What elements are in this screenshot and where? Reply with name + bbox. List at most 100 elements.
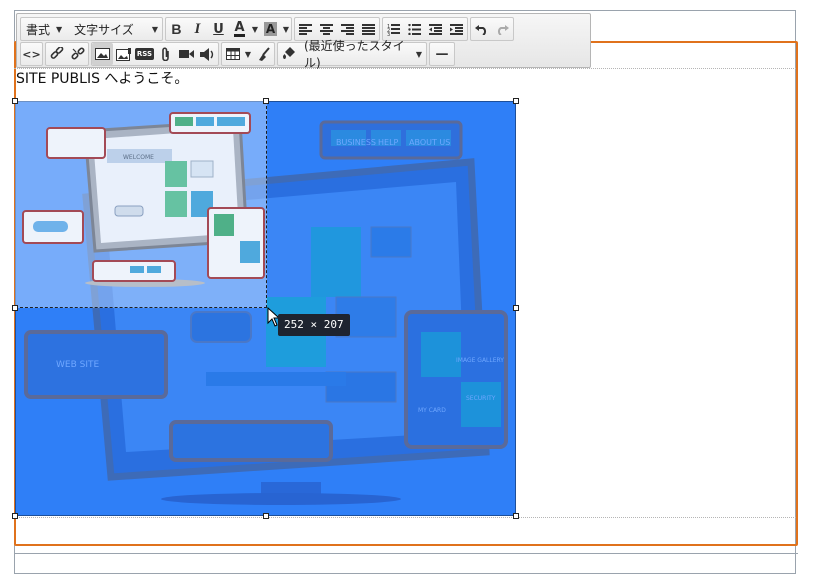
hr-group: — <box>429 42 455 66</box>
format-dropdown[interactable]: 書式 ▼ <box>21 18 66 40</box>
tile-label: WELCOME <box>123 154 154 161</box>
tile-label: BUSINESS <box>336 138 376 147</box>
chevron-down-icon: ▼ <box>56 24 63 34</box>
resize-size-tooltip: 252 × 207 <box>278 314 350 336</box>
underline-button[interactable]: U <box>208 18 229 40</box>
resize-handle-bottom-right[interactable] <box>513 513 519 519</box>
attachment-button[interactable] <box>155 43 176 65</box>
recent-styles-dropdown[interactable]: (最近使ったスタイル) ▼ <box>299 39 426 70</box>
bold-button[interactable]: B <box>166 18 187 40</box>
video-button[interactable] <box>176 43 197 65</box>
toolbar-row-2: <> RSS ▼ (最近使ったスタイル) ▼ — <box>20 39 457 70</box>
chevron-down-icon: ▼ <box>415 49 422 59</box>
horizontal-rule-icon: — <box>435 46 449 62</box>
source-button[interactable]: <> <box>21 43 42 65</box>
source-group: <> <box>20 42 43 66</box>
chevron-down-icon: ▼ <box>151 24 158 34</box>
resize-preview: WELCOME <box>15 101 267 308</box>
resize-handle-top-right[interactable] <box>513 98 519 104</box>
content-bottom-guide <box>14 517 796 518</box>
tile-label: HELP <box>378 138 399 147</box>
italic-button[interactable]: I <box>187 18 208 40</box>
numbered-list-icon: 123 <box>387 23 400 36</box>
recent-styles-label: (最近使ったスタイル) <box>304 39 405 70</box>
redo-icon <box>497 25 509 35</box>
tile-label: IMAGE GALLERY <box>456 357 504 364</box>
link-group <box>45 42 89 66</box>
image-group: RSS <box>91 42 219 66</box>
bold-icon: B <box>171 21 182 37</box>
rss-icon: RSS <box>134 48 155 60</box>
image-button[interactable] <box>92 43 113 65</box>
tile-label: ABOUT US <box>409 138 450 147</box>
style-group: (最近使ったスタイル) ▼ <box>277 39 427 70</box>
editor-toolbar: 書式 ▼ 文字サイズ ▼ B I U A ▼ A ▼ 1 2 3 <> RSS … <box>16 13 591 70</box>
font-size-dropdown-label: 文字サイズ <box>74 22 134 37</box>
background-color-dropdown[interactable]: ▼ <box>281 25 291 34</box>
table-icon <box>225 48 240 60</box>
format-combo-group: 書式 ▼ 文字サイズ ▼ <box>20 17 163 41</box>
align-justify-icon <box>361 23 375 35</box>
audio-button[interactable] <box>197 43 218 65</box>
paint-format-button[interactable] <box>278 43 299 65</box>
table-dropdown[interactable]: ▼ <box>243 50 253 59</box>
rss-button[interactable]: RSS <box>134 43 155 65</box>
speaker-icon <box>200 47 214 61</box>
image-icon <box>95 48 110 60</box>
link-button[interactable] <box>46 43 67 65</box>
format-dropdown-label: 書式 <box>26 22 51 37</box>
paperclip-icon <box>161 47 169 61</box>
resize-preview-illustration: WELCOME <box>22 112 265 287</box>
source-icon: <> <box>22 47 41 61</box>
align-center-icon <box>319 23 333 35</box>
tile-label: WEB SITE <box>56 360 99 370</box>
redo-button[interactable] <box>492 18 513 40</box>
undo-button[interactable] <box>471 18 492 40</box>
align-right-icon <box>340 23 354 35</box>
undo-icon <box>474 25 487 35</box>
image-properties-button[interactable] <box>113 43 134 65</box>
unlink-button[interactable] <box>67 43 88 65</box>
chevron-down-icon: ▼ <box>282 24 290 34</box>
resize-handle-top[interactable] <box>263 98 269 104</box>
svg-text:3: 3 <box>387 32 390 36</box>
resize-handle-bottom[interactable] <box>263 513 269 519</box>
welcome-text[interactable]: SITE PUBLIS へようこそ。 <box>16 68 188 88</box>
tile-label: MY CARD <box>418 407 446 414</box>
table-group: ▼ <box>221 42 275 66</box>
background-color-button[interactable]: A <box>260 18 281 40</box>
image-properties-icon <box>115 47 131 61</box>
outdent-icon <box>428 23 442 35</box>
tile-label: SECURITY <box>466 395 496 402</box>
table-button[interactable] <box>222 43 243 65</box>
resize-handle-right[interactable] <box>513 305 519 311</box>
italic-icon: I <box>194 20 201 37</box>
horizontal-rule-button[interactable]: — <box>430 43 454 65</box>
bulleted-list-icon <box>408 23 421 35</box>
align-left-icon <box>298 23 312 35</box>
resize-handle-left[interactable] <box>12 305 18 311</box>
resize-handle-top-left[interactable] <box>12 98 18 104</box>
chevron-down-icon: ▼ <box>244 49 252 59</box>
resize-handle-bottom-left[interactable] <box>12 513 18 519</box>
unlink-icon <box>70 47 85 60</box>
link-icon <box>50 47 63 59</box>
history-group <box>469 17 514 41</box>
font-color-button[interactable]: A <box>229 18 250 40</box>
font-size-dropdown[interactable]: 文字サイズ ▼ <box>66 18 162 40</box>
text-style-group: B I U A ▼ A ▼ <box>164 17 292 41</box>
clean-button[interactable] <box>253 43 274 65</box>
toolbar-row-1: 書式 ▼ 文字サイズ ▼ B I U A ▼ A ▼ 1 2 3 <box>20 17 516 41</box>
font-color-dropdown[interactable]: ▼ <box>250 25 260 34</box>
editor-bottom-border <box>14 553 798 554</box>
background-color-icon: A <box>263 22 278 36</box>
chevron-down-icon: ▼ <box>251 24 259 34</box>
indent-button[interactable] <box>446 18 467 40</box>
underline-icon: U <box>213 21 224 37</box>
paint-bucket-icon <box>282 47 295 59</box>
video-camera-icon <box>179 50 194 58</box>
broom-icon <box>258 47 270 61</box>
font-color-icon: A <box>234 20 245 37</box>
outdent-button[interactable] <box>425 18 446 40</box>
indent-icon <box>449 23 463 35</box>
